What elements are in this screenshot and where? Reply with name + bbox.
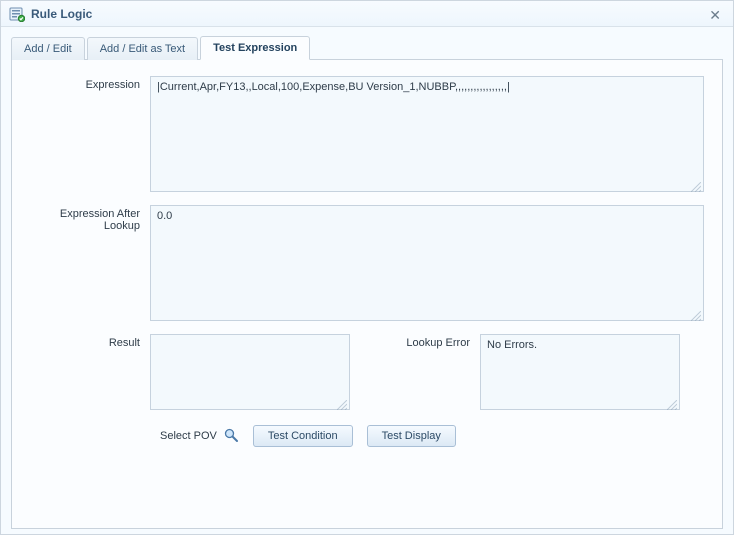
test-display-button[interactable]: Test Display: [367, 425, 456, 447]
actions-row: Select POV Test Condition Test Display: [160, 425, 704, 447]
rule-logic-window: Rule Logic ✕ Add / Edit Add / Edit as Te…: [0, 0, 734, 535]
test-condition-button[interactable]: Test Condition: [253, 425, 353, 447]
tab-add-edit-as-text[interactable]: Add / Edit as Text: [87, 37, 198, 60]
test-expression-panel: Expression Expression After Lookup Resul…: [11, 59, 723, 529]
expression-after-lookup-row: Expression After Lookup: [30, 205, 704, 324]
result-label: Result: [30, 334, 150, 413]
window-title: Rule Logic: [31, 7, 92, 21]
rule-logic-icon: [9, 6, 25, 22]
expression-label: Expression: [30, 76, 150, 91]
lookup-error-textarea[interactable]: [480, 334, 680, 410]
expression-after-lookup-label: Expression After Lookup: [30, 205, 150, 232]
select-pov-label: Select POV: [160, 430, 217, 442]
search-icon: [223, 427, 239, 446]
result-textarea[interactable]: [150, 334, 350, 410]
result-error-row: Result Lookup Error: [30, 334, 704, 413]
expression-after-lookup-textarea[interactable]: [150, 205, 704, 321]
expression-textarea[interactable]: [150, 76, 704, 192]
select-pov[interactable]: Select POV: [160, 427, 239, 446]
close-icon[interactable]: ✕: [705, 5, 725, 26]
tab-add-edit[interactable]: Add / Edit: [11, 37, 85, 60]
expression-row: Expression: [30, 76, 704, 195]
lookup-error-label: Lookup Error: [390, 334, 480, 413]
tab-bar: Add / Edit Add / Edit as Text Test Expre…: [1, 27, 733, 59]
tab-test-expression[interactable]: Test Expression: [200, 36, 310, 60]
titlebar: Rule Logic: [1, 1, 733, 27]
